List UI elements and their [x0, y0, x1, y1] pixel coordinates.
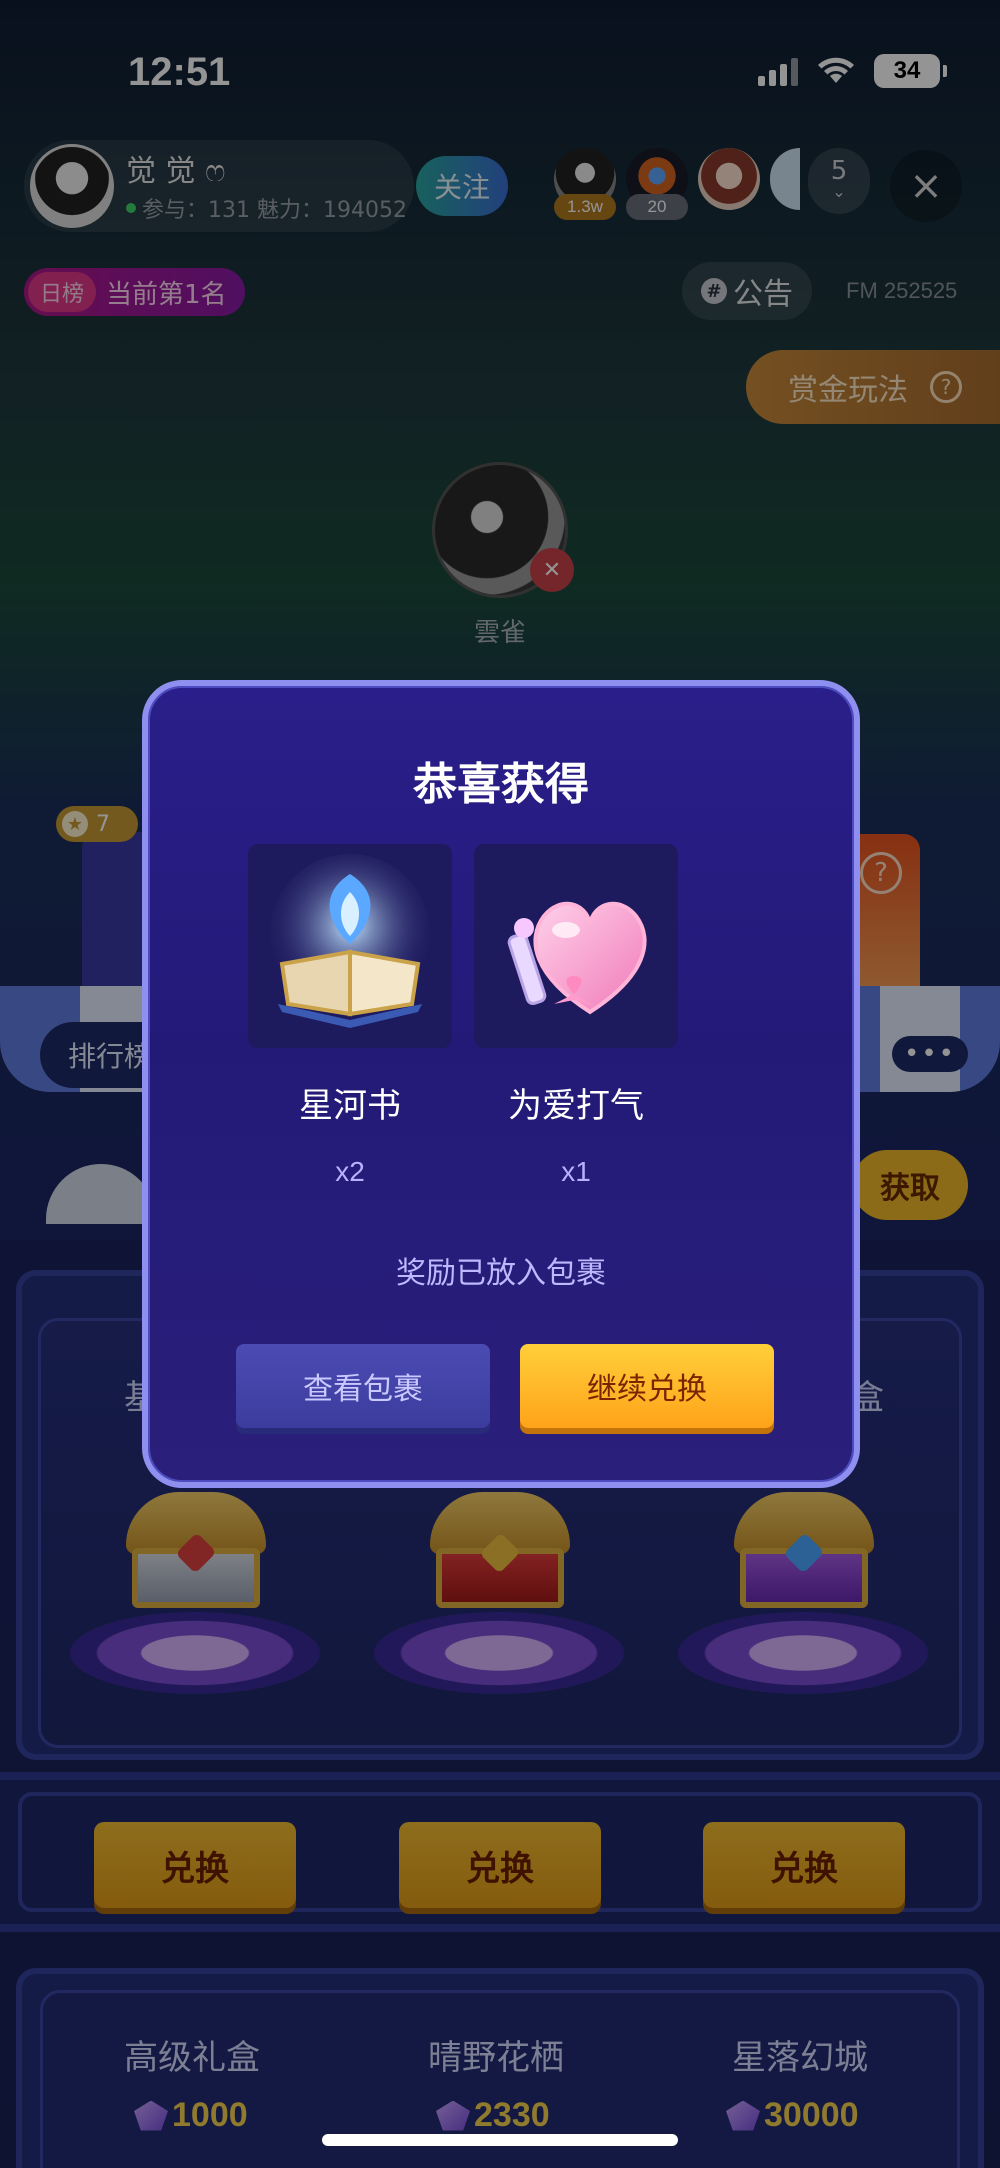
reward-tile [248, 844, 452, 1048]
reward-name: 星河书 [299, 1086, 401, 1126]
view-bag-button[interactable]: 查看包裹 [236, 1344, 490, 1428]
reward-dialog: 恭喜获得 星河书 为爱打气 x2 x1 奖励已放入包裹 查看包裹 继续兑换 [142, 680, 860, 1488]
continue-exchange-button[interactable]: 继续兑换 [520, 1344, 774, 1428]
reward-count: x2 [335, 1156, 365, 1187]
reward-name: 为爱打气 [508, 1086, 644, 1126]
reward-note: 奖励已放入包裹 [396, 1256, 606, 1291]
star-river-book-icon [270, 854, 430, 1028]
reward-tile [474, 844, 678, 1048]
home-indicator[interactable] [322, 2134, 678, 2146]
heart-pump-icon [507, 901, 647, 1015]
reward-count: x1 [561, 1156, 591, 1187]
dialog-title: 恭喜获得 [413, 759, 589, 810]
